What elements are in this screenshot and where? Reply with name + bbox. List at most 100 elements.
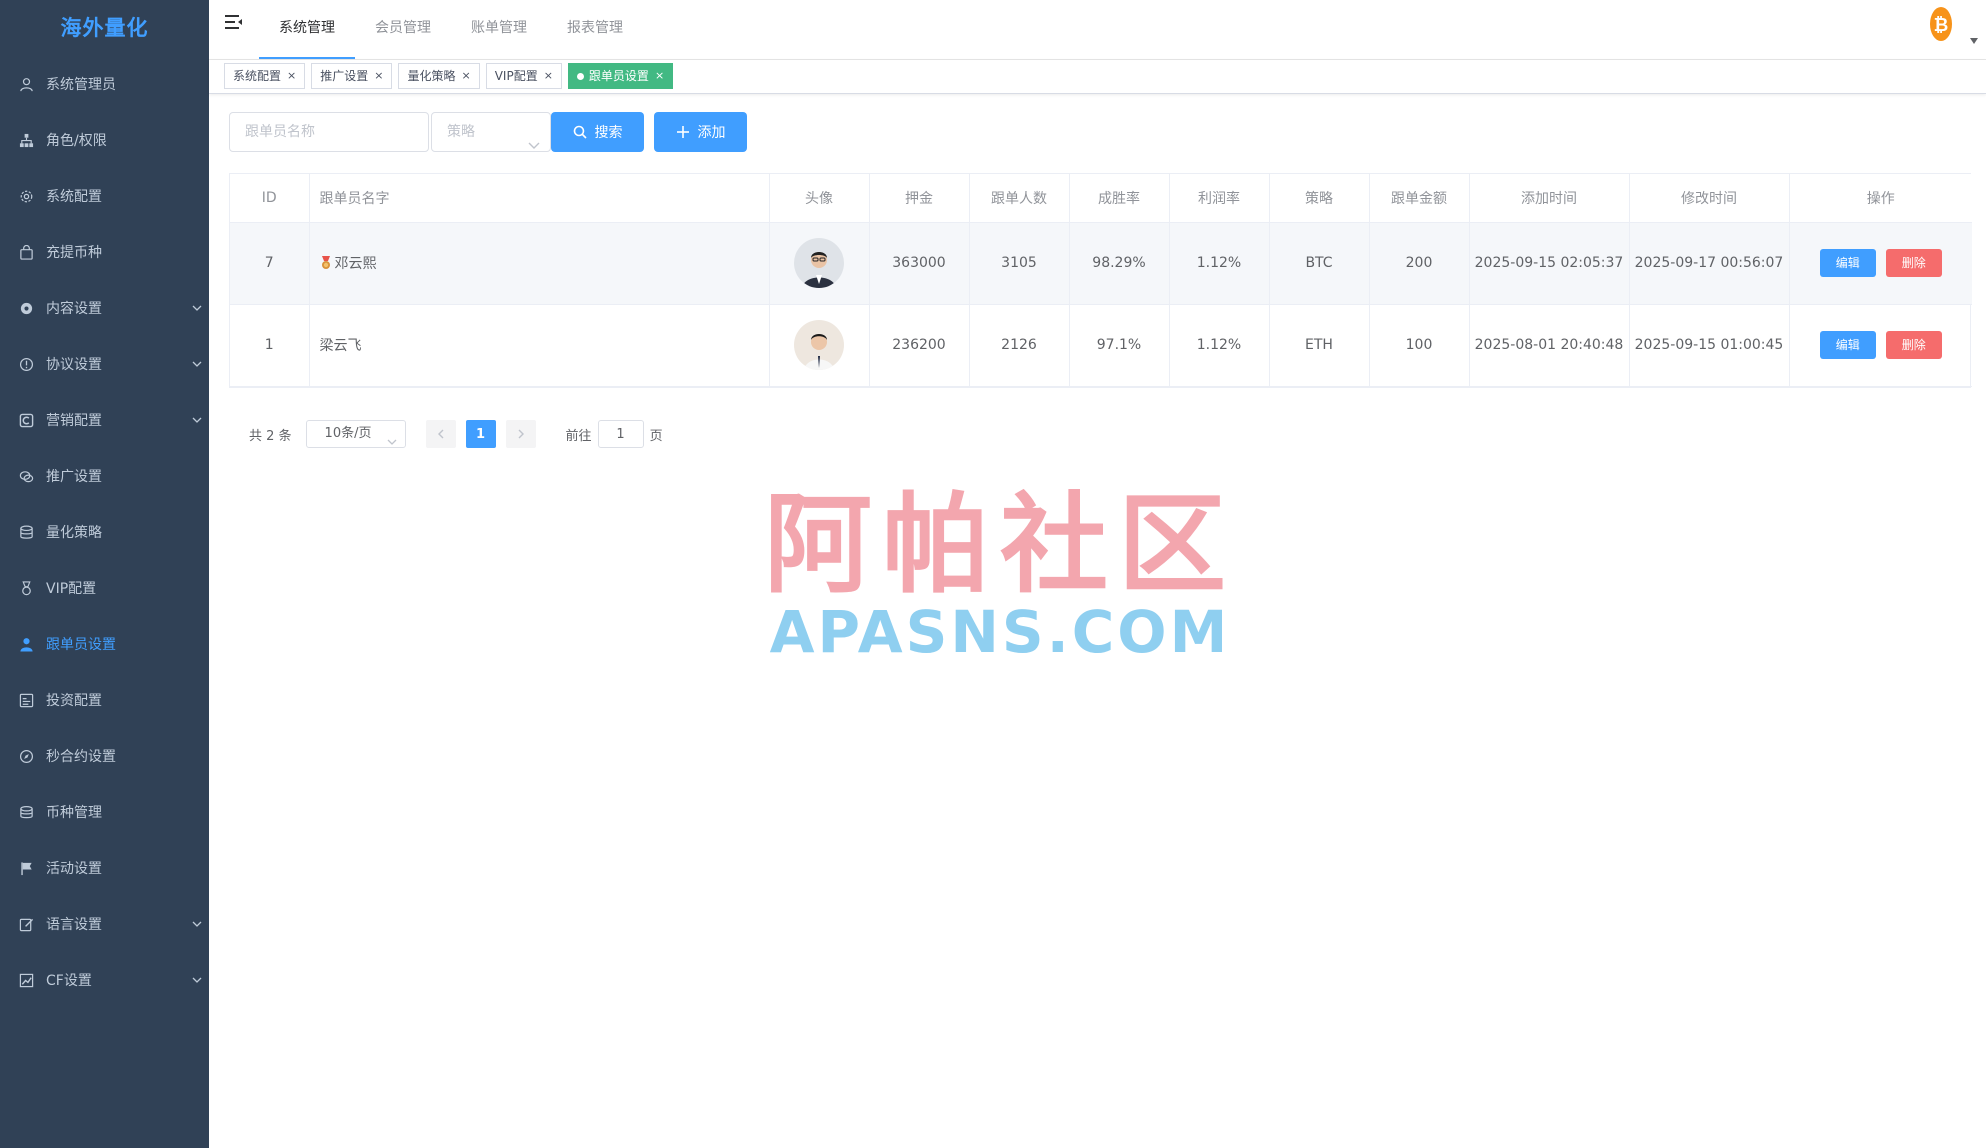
chart-box-icon [18,692,34,708]
medal-icon [18,580,34,596]
sidebar-item-4[interactable]: 内容设置 [0,280,209,336]
app-logo[interactable]: 海外量化 [0,0,209,56]
prev-page-button[interactable] [425,420,456,448]
bitcoin-icon[interactable]: ₿ [1928,4,1954,44]
database-icon [18,524,34,540]
strategy-select[interactable]: 策略 [431,112,551,152]
sidebar-item-label: CF设置 [46,973,92,989]
close-icon[interactable]: × [287,64,296,88]
sidebar-item-label: 投资配置 [46,693,102,709]
edit-button[interactable]: 编辑 [1819,331,1876,359]
svg-text:₿: ₿ [1934,15,1949,36]
column-header: 修改时间 [1629,174,1790,223]
tag-0[interactable]: 系统配置 × [224,63,306,89]
close-icon[interactable]: × [461,64,470,88]
sidebar-item-11[interactable]: 投资配置 [0,672,209,728]
sidebar-item-8[interactable]: 量化策略 [0,504,209,560]
column-header: 添加时间 [1469,174,1630,223]
top-tab-0[interactable]: 系统管理 [259,0,355,59]
watermark-cn: 阿帕社区 [763,483,1236,608]
sidebar-item-7[interactable]: 推广设置 [0,448,209,504]
page-size-value: 10条/页 [324,426,372,441]
sidebar-item-3[interactable]: 充提币种 [0,224,209,280]
close-icon[interactable]: × [374,64,383,88]
tag-2[interactable]: 量化策略 × [398,63,480,89]
gear-icon [18,188,34,204]
sidebar-item-13[interactable]: 币种管理 [0,784,209,840]
pagination: 共 2 条 10条/页 1 前往 页 [249,420,663,448]
tag-3[interactable]: VIP配置 × [485,63,562,89]
search-button[interactable]: 搜索 [551,112,644,152]
sidebar-item-12[interactable]: 秒合约设置 [0,728,209,784]
table-header-row: ID 跟单员名字 头像 押金 跟单人数 成胜率 利润率 策略 跟单金额 添加时间 修改时间 操作 [230,174,1972,223]
avatar[interactable] [794,320,844,370]
pagination-total: 共 2 条 [249,428,292,444]
sidebar-item-label: 充提币种 [46,245,102,261]
plus-icon [676,126,689,138]
sidebar-item-label: 秒合约设置 [46,749,116,765]
sidebar-item-1[interactable]: 角色/权限 [0,112,209,168]
close-icon[interactable]: × [544,64,553,88]
goto-prefix: 前往 [565,428,592,444]
tag-4[interactable]: 跟单员设置 × [567,63,674,89]
active-dot-icon [576,72,584,80]
avatar[interactable] [794,238,844,288]
sidebar-item-16[interactable]: CF设置 [0,952,209,1008]
column-header: 头像 [769,174,870,223]
chat-icon [18,468,34,484]
sidebar-item-15[interactable]: 语言设置 [0,896,209,952]
sidebar-item-5[interactable]: 协议设置 [0,336,209,392]
delete-button[interactable]: 删除 [1885,249,1942,277]
cell-id: 7 [230,222,310,305]
tag-label: VIP配置 [494,69,538,83]
cell-created: 2025-08-01 20:40:48 [1469,304,1630,387]
page-size-select[interactable]: 10条/页 [305,420,406,448]
delete-button[interactable]: 删除 [1885,331,1942,359]
cell-deposit: 363000 [869,222,970,305]
top-tab-3[interactable]: 报表管理 [547,0,643,59]
tag-1[interactable]: 推广设置 × [311,63,393,89]
sidebar-item-9[interactable]: VIP配置 [0,560,209,616]
close-icon[interactable]: × [655,64,664,88]
next-page-button[interactable] [505,420,536,448]
caret-down-icon[interactable] [1970,32,1978,44]
goto-page-input[interactable] [597,420,644,448]
sidebar-item-label: 量化策略 [46,525,102,541]
top-navbar: 系统管理 会员管理 账单管理 报表管理 ₿ [209,0,1986,60]
person-filled-icon [18,636,34,652]
column-header: 押金 [869,174,970,223]
trader-table: ID 跟单员名字 头像 押金 跟单人数 成胜率 利润率 策略 跟单金额 添加时间 修改时间 操作 7 邓… [229,173,1972,388]
chevron-left-icon [437,429,444,439]
page-number-current[interactable]: 1 [465,420,496,448]
add-button[interactable]: 添加 [654,112,747,152]
edit-button[interactable]: 编辑 [1819,249,1876,277]
trader-name: 梁云飞 [319,338,362,354]
user-menu[interactable]: ₿ [1928,4,1978,44]
cell-followers: 3105 [969,222,1070,305]
cell-updated: 2025-09-15 01:00:45 [1629,304,1790,387]
sidebar-item-6[interactable]: 营销配置 [0,392,209,448]
gear-filled-icon [18,300,34,316]
sidebar-item-label: 推广设置 [46,469,102,485]
sidebar-item-0[interactable]: 系统管理员 [0,56,209,112]
top-tab-1[interactable]: 会员管理 [355,0,451,59]
avatar-cell [769,304,870,387]
top-tab-2[interactable]: 账单管理 [451,0,547,59]
watermark: 阿帕社区 APASNS.COM [740,483,1260,663]
sidebar-item-2[interactable]: 系统配置 [0,168,209,224]
cell-created: 2025-09-15 02:05:37 [1469,222,1630,305]
sidebar-item-10[interactable]: 跟单员设置 [0,616,209,672]
sidebar-item-14[interactable]: 活动设置 [0,840,209,896]
menu-fold-icon[interactable] [225,14,243,30]
cell-id: 1 [230,304,310,387]
tag-label: 系统配置 [233,69,282,83]
cell-amount: 100 [1369,304,1470,387]
tag-label: 推广设置 [320,69,369,83]
sidebar-item-label: 跟单员设置 [46,637,116,653]
trader-name-input[interactable] [229,112,429,152]
cell-amount: 200 [1369,222,1470,305]
column-header: 跟单员名字 [309,174,770,223]
info-circle-icon [18,356,34,372]
cell-strategy: BTC [1269,222,1370,305]
tags-view: 系统配置 × 推广设置 × 量化策略 × VIP配置 × 跟单员设置 × [209,60,1986,94]
